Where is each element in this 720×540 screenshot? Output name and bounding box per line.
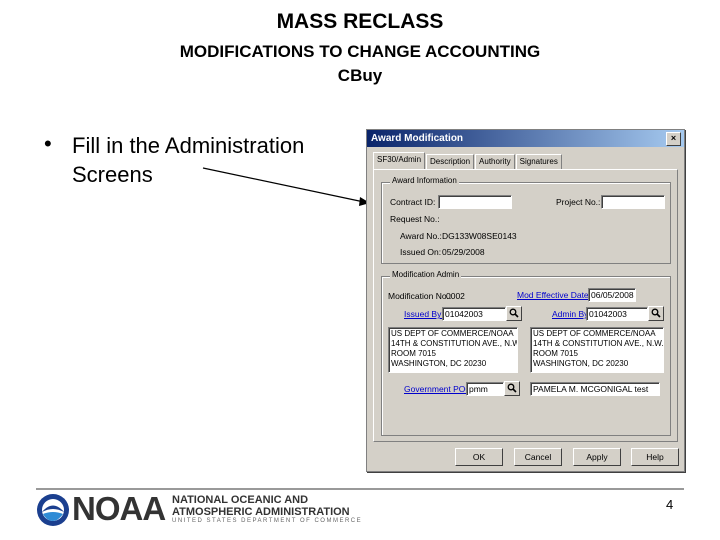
- tab-signatures[interactable]: Signatures: [515, 154, 562, 169]
- noaa-org-line-1: NATIONAL OCEANIC AND: [172, 494, 309, 506]
- government-poc-lookup-button[interactable]: [504, 381, 520, 396]
- tab-sf30-admin[interactable]: SF30/Admin: [373, 152, 426, 169]
- close-icon: ×: [670, 133, 677, 143]
- noaa-department-line: UNITED STATES DEPARTMENT OF COMMERCE: [172, 518, 363, 524]
- issued-on-value: 05/29/2008: [442, 247, 485, 257]
- issued-by-field[interactable]: 01042003: [442, 307, 506, 321]
- help-button[interactable]: Help: [631, 448, 679, 466]
- modification-no-value: 0002: [446, 291, 465, 301]
- government-poc-field[interactable]: pmm: [466, 382, 504, 396]
- page-number: 4: [666, 497, 674, 512]
- close-button[interactable]: ×: [666, 132, 681, 146]
- project-no-label: Project No.:: [556, 197, 601, 207]
- award-modification-dialog: Award Modification × SF30/Admin Descript…: [366, 129, 685, 472]
- tab-authority[interactable]: Authority: [475, 154, 515, 169]
- noaa-emblem-icon: [37, 494, 69, 526]
- apply-button[interactable]: Apply: [573, 448, 621, 466]
- admin-by-address-box[interactable]: US DEPT OF COMMERCE/NOAA 14TH & CONSTITU…: [530, 327, 664, 373]
- issued-by-address-box[interactable]: US DEPT OF COMMERCE/NOAA 14TH & CONSTITU…: [388, 327, 518, 373]
- modification-no-label: Modification No.:: [388, 291, 452, 301]
- ok-button[interactable]: OK: [455, 448, 503, 466]
- issued-on-label: Issued On:: [400, 247, 442, 257]
- cancel-button[interactable]: Cancel: [514, 448, 562, 466]
- tab-panel: Award Information Contract ID: Project N…: [373, 169, 678, 442]
- dialog-tabs: SF30/Admin Description Authority Signatu…: [373, 152, 563, 169]
- mod-effective-date-label: Mod Effective Date:: [517, 290, 592, 300]
- award-information-legend: Award Information: [390, 176, 459, 185]
- admin-by-lookup-button[interactable]: [648, 306, 664, 321]
- issued-by-lookup-button[interactable]: [506, 306, 522, 321]
- government-poc-label[interactable]: Government POC:: [404, 384, 474, 394]
- magnifier-icon: [507, 383, 517, 393]
- noaa-org-line-2: ATMOSPHERIC ADMINISTRATION: [172, 506, 350, 518]
- dialog-titlebar[interactable]: Award Modification ×: [367, 130, 684, 147]
- modification-admin-legend: Modification Admin: [390, 270, 462, 279]
- contract-id-label: Contract ID:: [390, 197, 436, 207]
- tab-description[interactable]: Description: [426, 154, 475, 169]
- contract-id-field[interactable]: [438, 195, 512, 209]
- admin-by-field[interactable]: 01042003: [586, 307, 648, 321]
- dialog-title: Award Modification: [371, 133, 464, 144]
- issued-by-label[interactable]: Issued By:: [404, 309, 444, 319]
- modification-admin-group: Modification Admin Modification No.: 000…: [381, 270, 671, 436]
- admin-by-label[interactable]: Admin By:: [552, 309, 591, 319]
- award-information-group: Award Information Contract ID: Project N…: [381, 176, 671, 264]
- magnifier-icon: [509, 308, 519, 318]
- request-no-label: Request No.:: [390, 214, 440, 224]
- government-poc-name-field[interactable]: PAMELA M. MCGONIGAL test: [530, 382, 660, 396]
- award-no-label: Award No.:: [400, 231, 442, 241]
- award-no-value: DG133W08SE0143: [442, 231, 517, 241]
- project-no-field[interactable]: [601, 195, 665, 209]
- noaa-wordmark: NOAA: [72, 490, 166, 527]
- mod-effective-date-field[interactable]: 06/05/2008: [588, 288, 636, 302]
- magnifier-icon: [651, 308, 661, 318]
